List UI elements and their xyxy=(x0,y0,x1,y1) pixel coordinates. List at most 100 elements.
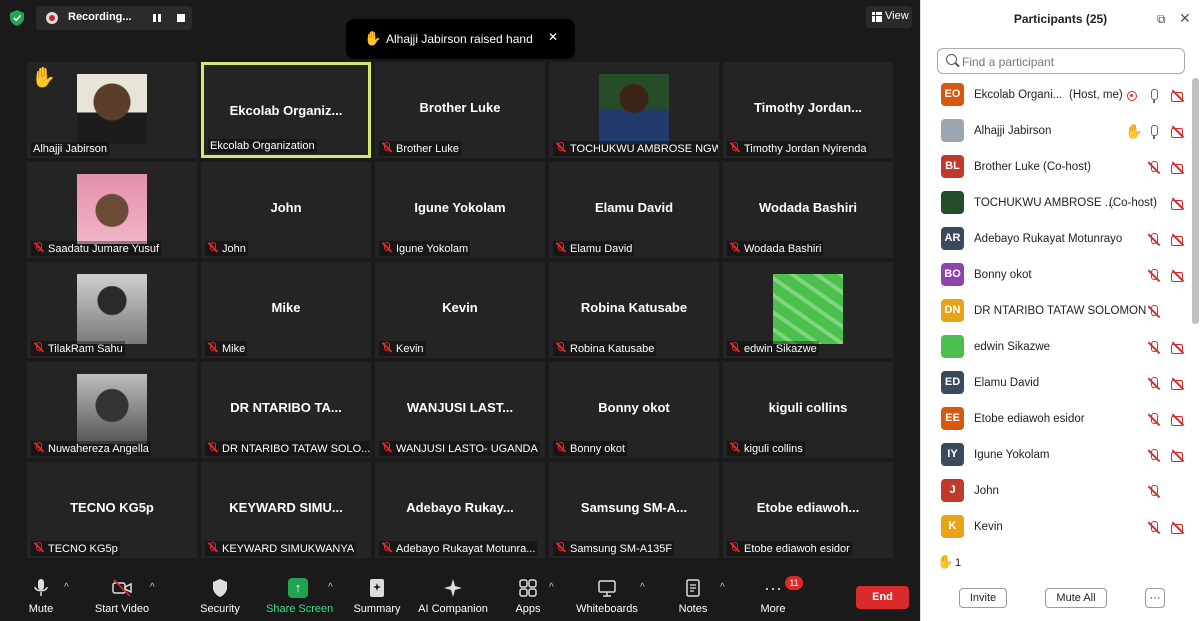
video-tile[interactable]: Brother Luke Brother Luke xyxy=(375,62,545,158)
video-tile[interactable]: Nuwahereza Angella xyxy=(27,362,197,458)
close-panel-icon[interactable]: ✕ xyxy=(1179,10,1191,27)
video-off-icon[interactable] xyxy=(1171,377,1185,391)
shield-icon[interactable] xyxy=(10,10,24,26)
video-tile[interactable]: Elamu David Elamu David xyxy=(549,162,719,258)
mic-muted-icon xyxy=(555,242,566,253)
video-tile[interactable]: John John xyxy=(201,162,371,258)
mic-muted-icon[interactable] xyxy=(1147,449,1161,463)
more-options-button[interactable]: ··· xyxy=(1145,588,1165,608)
mic-muted-icon[interactable] xyxy=(1147,161,1161,175)
video-tile[interactable]: Adebayo Rukay... Adebayo Rukayat Motunra.… xyxy=(375,462,545,558)
notes-button[interactable]: Notes xyxy=(674,568,712,621)
mic-muted-icon[interactable] xyxy=(1147,521,1161,535)
pop-out-icon[interactable]: ⧉ xyxy=(1157,12,1166,27)
end-meeting-button[interactable]: End xyxy=(856,586,909,609)
video-tile[interactable]: Wodada Bashiri Wodada Bashiri xyxy=(723,162,893,258)
mic-muted-icon[interactable] xyxy=(1147,413,1161,427)
participant-row[interactable]: J John xyxy=(937,474,1193,510)
participant-row[interactable]: EO Ekcolab Organi... (Host, me) xyxy=(937,78,1193,114)
video-tile[interactable]: ✋ Alhajji Jabirson xyxy=(27,62,197,158)
summary-button[interactable]: Summary xyxy=(352,568,402,621)
participant-row[interactable]: IY Igune Yokolam xyxy=(937,438,1193,474)
tile-name-text: Saadatu Jumare Yusuf xyxy=(48,243,160,255)
video-tile[interactable]: TilakRam Sahu xyxy=(27,262,197,358)
video-off-icon[interactable] xyxy=(1171,413,1185,427)
participant-row[interactable]: EE Etobe ediawoh esidor xyxy=(937,402,1193,438)
video-tile[interactable]: KEYWARD SIMU... KEYWARD SIMUKWANYA xyxy=(201,462,371,558)
video-off-icon[interactable] xyxy=(1171,521,1185,535)
mic-muted-icon[interactable] xyxy=(1147,269,1161,283)
stop-recording-icon[interactable] xyxy=(177,14,185,22)
mute-all-button[interactable]: Mute All xyxy=(1045,588,1107,608)
participant-row[interactable]: Alhajji Jabirson ✋ xyxy=(937,114,1193,150)
microphone-icon[interactable] xyxy=(1147,125,1161,139)
video-tile[interactable]: Kevin Kevin xyxy=(375,262,545,358)
video-tile[interactable]: Timothy Jordan... Timothy Jordan Nyirenda xyxy=(723,62,893,158)
participant-row[interactable]: BO Bonny okot xyxy=(937,258,1193,294)
video-off-icon[interactable] xyxy=(1171,269,1185,283)
video-tile[interactable]: Ekcolab Organiz... Ekcolab Organization xyxy=(201,62,371,158)
tile-name-text: edwin Sikazwe xyxy=(744,343,817,355)
video-tile[interactable]: kiguli collins kiguli collins xyxy=(723,362,893,458)
mic-muted-icon[interactable] xyxy=(1147,305,1161,319)
participant-list-scrollbar[interactable] xyxy=(1192,78,1199,324)
participant-row[interactable]: AR Adebayo Rukayat Motunrayo xyxy=(937,222,1193,258)
apps-button[interactable]: Apps xyxy=(510,568,546,621)
mic-muted-icon[interactable] xyxy=(1147,341,1161,355)
video-tile[interactable]: edwin Sikazwe xyxy=(723,262,893,358)
tile-display-name: Igune Yokolam xyxy=(414,200,506,215)
video-off-icon[interactable] xyxy=(1171,161,1185,175)
participant-row[interactable]: edwin Sikazwe xyxy=(937,330,1193,366)
close-icon[interactable]: ✕ xyxy=(548,30,558,44)
video-off-icon[interactable] xyxy=(1171,341,1185,355)
mic-muted-icon[interactable] xyxy=(1147,377,1161,391)
notes-options-caret-icon[interactable]: ^ xyxy=(720,582,725,593)
tile-name-label: Mike xyxy=(205,341,248,356)
mic-muted-icon[interactable] xyxy=(1147,485,1161,499)
video-off-icon[interactable] xyxy=(1171,89,1185,103)
video-tile[interactable]: WANJUSI LAST... WANJUSI LASTO- UGANDA xyxy=(375,362,545,458)
video-tile[interactable]: Samsung SM-A... Samsung SM-A135F xyxy=(549,462,719,558)
microphone-icon[interactable] xyxy=(1147,89,1161,103)
video-off-icon[interactable] xyxy=(1171,125,1185,139)
video-tile[interactable]: Robina Katusabe Robina Katusabe xyxy=(549,262,719,358)
share-screen-button[interactable]: ↑ Share Screen xyxy=(266,568,333,621)
video-tile[interactable]: TECNO KG5p TECNO KG5p xyxy=(27,462,197,558)
video-tile[interactable]: Bonny okot Bonny okot xyxy=(549,362,719,458)
audio-options-caret-icon[interactable]: ^ xyxy=(64,582,69,593)
video-off-icon[interactable] xyxy=(1171,197,1185,211)
whiteboards-button[interactable]: Whiteboards xyxy=(574,568,640,621)
mic-muted-icon xyxy=(33,442,44,453)
mic-muted-icon xyxy=(207,442,218,453)
more-button[interactable]: ··· More xyxy=(754,568,792,621)
search-input[interactable] xyxy=(962,53,1182,70)
video-options-caret-icon[interactable]: ^ xyxy=(150,582,155,593)
invite-button[interactable]: Invite xyxy=(959,588,1007,608)
video-tile[interactable]: Etobe ediawoh... Etobe ediawoh esidor xyxy=(723,462,893,558)
tile-name-label: WANJUSI LASTO- UGANDA xyxy=(379,441,540,456)
avatar xyxy=(941,191,964,214)
mute-button[interactable]: Mute xyxy=(18,568,64,621)
video-tile[interactable]: TOCHUKWU AMBROSE NGWU xyxy=(549,62,719,158)
view-button[interactable]: View xyxy=(866,6,912,28)
start-video-button[interactable]: Start Video xyxy=(92,568,152,621)
video-tile[interactable]: Igune Yokolam Igune Yokolam xyxy=(375,162,545,258)
share-options-caret-icon[interactable]: ^ xyxy=(328,582,333,593)
video-tile[interactable]: Saadatu Jumare Yusuf xyxy=(27,162,197,258)
security-button[interactable]: Security xyxy=(196,568,244,621)
mic-muted-icon[interactable] xyxy=(1147,233,1161,247)
ai-companion-button[interactable]: AI Companion xyxy=(416,568,490,621)
video-off-icon[interactable] xyxy=(1171,449,1185,463)
video-off-icon[interactable] xyxy=(1171,233,1185,247)
tile-name-text: Mike xyxy=(222,343,246,355)
pause-recording-icon[interactable] xyxy=(153,14,161,22)
participant-row[interactable]: K Kevin xyxy=(937,510,1193,542)
participant-row[interactable]: ED Elamu David xyxy=(937,366,1193,402)
participant-row[interactable]: BL Brother Luke (Co-host) xyxy=(937,150,1193,186)
video-tile[interactable]: Mike Mike xyxy=(201,262,371,358)
whiteboards-options-caret-icon[interactable]: ^ xyxy=(640,582,645,593)
participant-row[interactable]: DN DR NTARIBO TATAW SOLOMON xyxy=(937,294,1193,330)
participant-row[interactable]: TOCHUKWU AMBROSE ... (Co-host) xyxy=(937,186,1193,222)
video-tile[interactable]: DR NTARIBO TA... DR NTARIBO TATAW SOLO... xyxy=(201,362,371,458)
apps-options-caret-icon[interactable]: ^ xyxy=(549,582,554,593)
